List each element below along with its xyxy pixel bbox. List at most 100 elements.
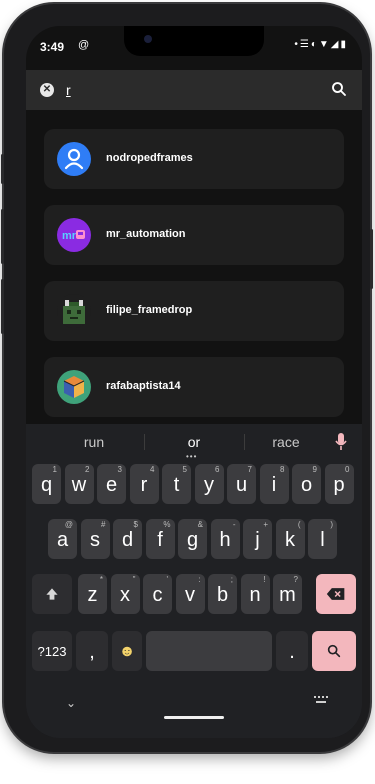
key-label: k: [285, 529, 295, 551]
emoji-icon[interactable]: ☻: [112, 631, 142, 671]
key-hint: 2: [85, 465, 90, 474]
key-b[interactable]: b;: [208, 574, 237, 614]
key-label: y: [204, 474, 214, 496]
key-p[interactable]: p0: [324, 464, 354, 504]
status-time: 3:49: [40, 40, 65, 54]
key-j[interactable]: j +: [243, 519, 272, 559]
screen: 3:49 @ •☰◐▼◢▮ ✕ nodropedframes: [26, 26, 362, 738]
key-m[interactable]: m?: [273, 574, 302, 614]
key-l[interactable]: l): [308, 519, 337, 559]
result-name: mr_automation: [106, 228, 186, 240]
avatar: mr: [57, 218, 91, 252]
key-label: w: [71, 474, 87, 496]
key-hint: ;: [230, 575, 233, 584]
key-i[interactable]: i8: [259, 464, 289, 504]
key-v[interactable]: v:: [175, 574, 205, 614]
key-o[interactable]: o9: [292, 464, 321, 504]
key-label: g: [186, 529, 199, 551]
key-label: f: [157, 529, 163, 551]
key-z[interactable]: z *: [78, 574, 107, 614]
key-h[interactable]: h-: [210, 519, 240, 559]
keyboard-icon[interactable]: [314, 696, 328, 704]
key-hint: 1: [52, 465, 57, 474]
search-icon[interactable]: [330, 80, 348, 98]
chevron-down-icon[interactable]: ⌄: [66, 696, 76, 710]
key-hint: 6: [215, 465, 220, 474]
space-key[interactable]: [146, 631, 272, 671]
key-r[interactable]: r4: [129, 464, 159, 504]
key-u[interactable]: u7: [227, 464, 256, 504]
comma-key[interactable]: ,: [76, 631, 108, 671]
key-label: e: [105, 474, 118, 496]
search-bar: ✕: [26, 70, 362, 110]
avatar: [57, 142, 91, 176]
key-label: t: [173, 474, 180, 496]
suggestion-item[interactable]: or: [154, 434, 234, 450]
key-label: j: [255, 529, 260, 551]
search-input[interactable]: [66, 80, 306, 100]
list-item[interactable]: rafabaptista14: [44, 357, 344, 417]
suggestion-item[interactable]: run: [54, 434, 134, 450]
key-q[interactable]: q1: [32, 464, 61, 504]
notch: [124, 26, 264, 56]
key-t[interactable]: t5: [162, 464, 191, 504]
key-label: l: [320, 529, 325, 551]
divider: [144, 434, 145, 450]
key-hint: 5: [182, 465, 187, 474]
key-x[interactable]: x ": [110, 574, 140, 614]
microphone-icon[interactable]: [334, 432, 348, 452]
shift-icon: [46, 588, 58, 600]
key-label: u: [235, 474, 248, 496]
key-label: c: [152, 584, 163, 606]
key-d[interactable]: d $: [113, 519, 142, 559]
phone-frame: 3:49 @ •☰◐▼◢▮ ✕ nodropedframes: [1, 4, 373, 752]
key-label: s: [90, 529, 100, 551]
key-hint: ': [166, 575, 168, 584]
volume-button: [1, 209, 4, 264]
result-name: filipe_framedrop: [106, 304, 193, 316]
key-hint: &: [197, 520, 203, 529]
key-a[interactable]: a @: [48, 519, 77, 559]
key-f[interactable]: f%: [145, 519, 175, 559]
key-e[interactable]: e3: [97, 464, 126, 504]
key-label: h: [219, 529, 231, 551]
suggestion-item[interactable]: race: [246, 434, 326, 450]
key-label: a: [56, 529, 69, 551]
key-hint: 0: [345, 465, 350, 474]
result-name: rafabaptista14: [106, 380, 181, 392]
list-item[interactable]: filipe_framedrop: [44, 281, 344, 341]
key-g[interactable]: g &: [178, 519, 207, 559]
period-key[interactable]: .: [276, 631, 308, 671]
key-label: x: [120, 584, 130, 606]
key-hint: 4: [150, 465, 155, 474]
volume-button: [1, 154, 4, 184]
key-hint: 8: [280, 465, 285, 474]
key-label: n: [249, 584, 261, 606]
key-hint: @: [64, 520, 73, 529]
symbols-key[interactable]: ?123: [32, 631, 72, 671]
key-label: d: [121, 529, 134, 551]
camera-icon: [144, 35, 152, 43]
key-label: r: [140, 474, 148, 496]
key-hint: %: [163, 520, 171, 529]
key-hint: ): [330, 520, 333, 529]
cube-icon: [63, 376, 85, 398]
key-w[interactable]: w2: [64, 464, 94, 504]
key-s[interactable]: s #: [80, 519, 110, 559]
shift-key[interactable]: [32, 574, 72, 614]
key-y[interactable]: y6: [194, 464, 224, 504]
key-hint: :: [198, 575, 201, 584]
clear-icon[interactable]: ✕: [40, 83, 54, 97]
list-item[interactable]: nodropedframes: [44, 129, 344, 189]
key-c[interactable]: c ': [143, 574, 172, 614]
key-k[interactable]: k(: [275, 519, 305, 559]
more-suggestions-icon[interactable]: •••: [186, 452, 197, 461]
backspace-key[interactable]: [316, 574, 356, 614]
search-key[interactable]: [312, 631, 356, 671]
status-icons: •☰◐▼◢▮: [294, 39, 348, 50]
avatar: [57, 294, 91, 328]
list-item[interactable]: mr mr_automation: [44, 205, 344, 265]
person-icon: [64, 148, 84, 170]
key-n[interactable]: n!: [240, 574, 270, 614]
home-indicator[interactable]: [164, 716, 224, 719]
